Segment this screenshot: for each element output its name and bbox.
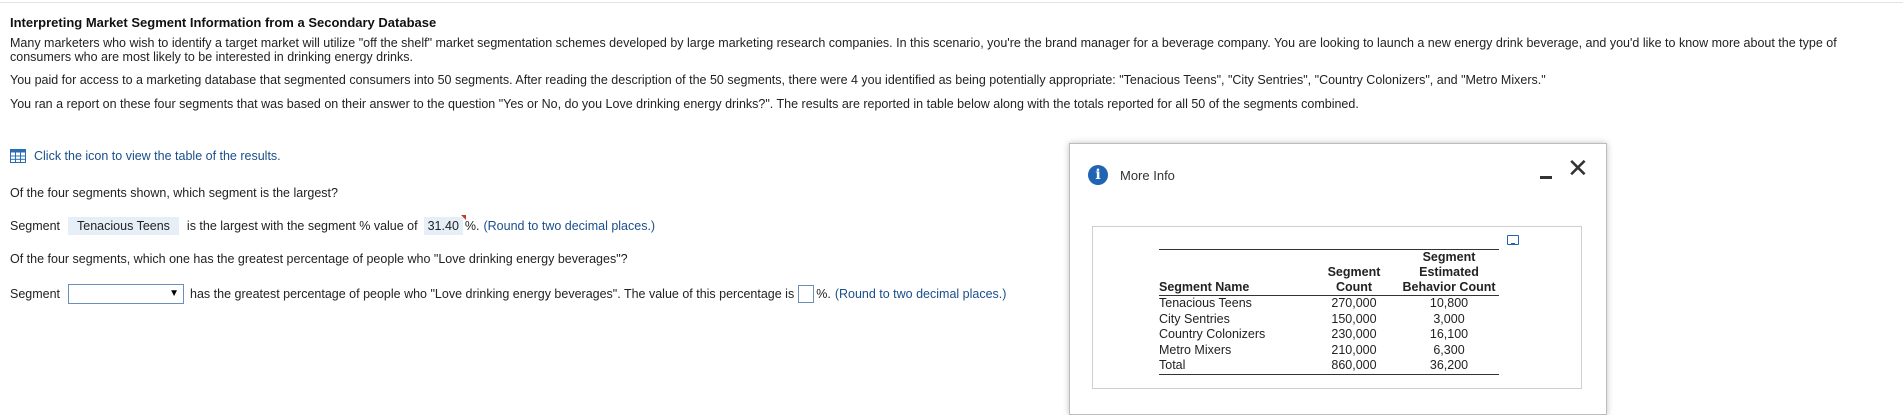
table-total-row: Total 860,000 36,200: [1159, 358, 1499, 374]
answer-1-prefix: Segment: [10, 219, 61, 233]
answer-1-suffix: %.: [464, 219, 480, 233]
table-row: Metro Mixers 210,000 6,300: [1159, 343, 1499, 359]
answer-1-middle: is the largest with the segment % value …: [186, 219, 418, 233]
close-icon[interactable]: ✕: [1567, 154, 1589, 184]
minimize-icon[interactable]: [1540, 176, 1552, 179]
table-grid-icon[interactable]: [10, 149, 26, 163]
answer-2-prefix: Segment: [10, 287, 61, 301]
answer-1-row: Segment Tenacious Teens is the largest w…: [10, 215, 656, 235]
table-header-row: Segment Name Segment Count Segment Estim…: [1159, 249, 1499, 296]
more-info-dialog: i More Info ✕ Segment Name Segment Count…: [1069, 143, 1607, 415]
cell-total-label: Total: [1159, 358, 1186, 372]
answer-2-hint: (Round to two decimal places.): [834, 287, 1007, 301]
answer-2-row: Segment ▼ has the greatest percentage of…: [10, 284, 1006, 304]
header-behavior-count: Segment Estimated Behavior Count: [1402, 250, 1496, 294]
cell-behavior-count: 6,300: [1433, 342, 1465, 357]
table-row: Country Colonizers 230,000 16,100: [1159, 327, 1499, 343]
dialog-header: i More Info: [1088, 165, 1175, 185]
cell-behavior-count: 16,100: [1429, 327, 1469, 341]
cell-total-count: 860,000: [1331, 358, 1377, 372]
cell-segment-name: Metro Mixers: [1159, 342, 1232, 357]
header-segment-name: Segment Name: [1159, 280, 1250, 294]
question-1: Of the four segments shown, which segmen…: [10, 186, 338, 200]
table-row: City Sentries 150,000 3,000: [1159, 312, 1499, 328]
answer-2-suffix: %.: [816, 287, 831, 301]
info-icon: i: [1088, 165, 1108, 185]
cell-behavior-count: 10,800: [1429, 296, 1469, 310]
results-table-panel: Segment Name Segment Count Segment Estim…: [1092, 226, 1582, 389]
intro-paragraph: Many marketers who wish to identify a ta…: [10, 36, 1837, 64]
minimize-button[interactable]: [1540, 168, 1554, 182]
top-divider: [0, 2, 1903, 3]
header-segment-count: Segment Count: [1327, 265, 1381, 294]
cell-segment-count: 270,000: [1331, 296, 1377, 310]
incorrect-flag-icon: [460, 215, 466, 220]
cell-behavior-count: 3,000: [1433, 311, 1465, 326]
cell-segment-count: 210,000: [1331, 342, 1377, 357]
segment-select[interactable]: ▼: [68, 284, 185, 304]
cell-segment-count: 230,000: [1331, 327, 1377, 341]
cell-segment-name: City Sentries: [1159, 311, 1230, 326]
segment-results-table: Segment Name Segment Count Segment Estim…: [1159, 249, 1499, 375]
copy-icon[interactable]: [1507, 235, 1519, 245]
largest-segment-answer[interactable]: Tenacious Teens: [68, 217, 179, 235]
answer-1-hint: (Round to two decimal places.): [483, 219, 656, 233]
report-paragraph: You ran a report on these four segments …: [10, 97, 1359, 111]
segment-percent-answer[interactable]: 31.40: [423, 215, 466, 235]
cell-total-behavior: 36,200: [1429, 358, 1469, 372]
view-table-link-text[interactable]: Click the icon to view the table of the …: [34, 149, 281, 163]
cell-segment-name: Country Colonizers: [1159, 327, 1266, 341]
percentage-input[interactable]: [798, 285, 815, 303]
dialog-title: More Info: [1120, 167, 1175, 183]
cell-segment-name: Tenacious Teens: [1159, 296, 1252, 310]
view-table-link[interactable]: Click the icon to view the table of the …: [10, 149, 281, 163]
question-2: Of the four segments, which one has the …: [10, 252, 628, 266]
answer-2-middle: has the greatest percentage of people wh…: [190, 287, 795, 301]
table-row: Tenacious Teens 270,000 10,800: [1159, 296, 1499, 312]
dropdown-arrow-icon[interactable]: ▼: [168, 287, 180, 301]
close-button[interactable]: ✕: [1567, 156, 1589, 182]
page-title: Interpreting Market Segment Information …: [10, 15, 437, 30]
cell-segment-count: 150,000: [1331, 311, 1377, 326]
database-paragraph: You paid for access to a marketing datab…: [10, 73, 1546, 87]
segment-percent-value: 31.40: [427, 219, 459, 233]
